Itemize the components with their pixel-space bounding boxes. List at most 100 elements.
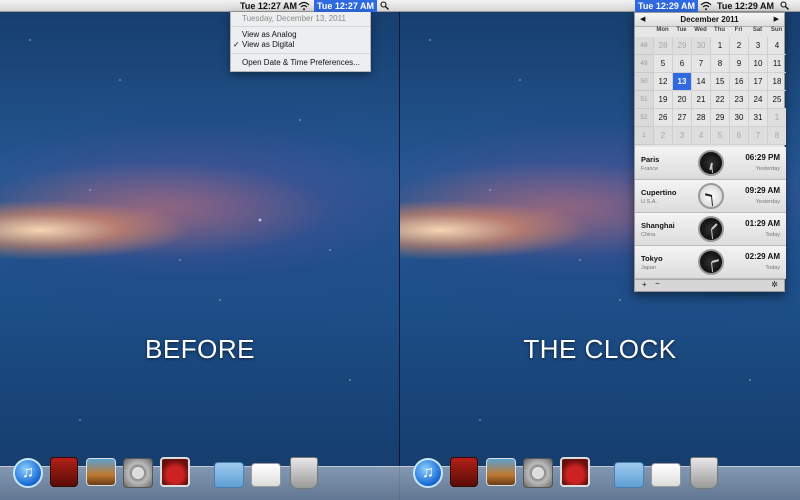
gear-icon[interactable]: ✲ — [771, 280, 778, 289]
calendar-day[interactable]: 26 — [653, 109, 672, 127]
world-clock-row[interactable]: Cupertino U.S.A. 09:29 AM Yesterday — [635, 180, 786, 213]
calendar-day[interactable]: 1 — [710, 37, 729, 55]
calendar-day[interactable]: 1 — [767, 109, 786, 127]
calendar-day[interactable]: 3 — [748, 37, 767, 55]
calendar-day[interactable]: 8 — [710, 55, 729, 73]
world-clock-row[interactable]: Tokyo Japan 02:29 AM Today — [635, 246, 786, 279]
menu-separator — [231, 26, 370, 27]
city-country: Japan — [641, 265, 656, 271]
menu-item-view-digital[interactable]: ✓ View as Digital — [233, 40, 294, 49]
calendar-day[interactable]: 14 — [691, 73, 710, 91]
itunes-icon[interactable]: ♫ — [413, 458, 443, 488]
calendar-day[interactable]: 4 — [767, 37, 786, 55]
calendar-day[interactable]: 12 — [653, 73, 672, 91]
calendar-day[interactable]: 21 — [691, 91, 710, 109]
analog-clock-icon — [698, 249, 724, 275]
iphoto-icon[interactable] — [486, 458, 516, 486]
photo-booth-icon[interactable] — [450, 457, 478, 487]
documents-stack-icon[interactable] — [651, 463, 681, 487]
calendar-day[interactable]: 9 — [729, 55, 748, 73]
world-clock-row[interactable]: Shanghai China 01:29 AM Today — [635, 213, 786, 246]
calendar-day[interactable]: 28 — [653, 37, 672, 55]
analog-clock-icon — [698, 150, 724, 176]
city-time: 09:29 AM — [745, 186, 780, 195]
calendar-day[interactable]: 6 — [729, 127, 748, 145]
menubar-clock-plain[interactable]: Tue 12:29 AM — [714, 0, 777, 12]
calendar-day[interactable]: 5 — [710, 127, 729, 145]
calendar-day[interactable]: 17 — [748, 73, 767, 91]
calendar-day[interactable]: 5 — [653, 55, 672, 73]
menubar-clock-active[interactable]: Tue 12:27 AM — [314, 0, 378, 12]
city-time: 02:29 AM — [745, 252, 780, 261]
menubar-clock-active[interactable]: Tue 12:29 AM — [635, 0, 699, 12]
calendar-day[interactable]: 25 — [767, 91, 786, 109]
spotlight-icon[interactable] — [380, 0, 389, 13]
documents-stack-icon[interactable] — [251, 463, 281, 487]
calendar-day[interactable]: 16 — [729, 73, 748, 91]
time-machine-icon[interactable] — [560, 457, 590, 487]
caption-the-clock: THE CLOCK — [523, 334, 677, 364]
city-time: 06:29 PM — [745, 153, 780, 162]
calendar-day[interactable]: 3 — [672, 127, 691, 145]
calendar-day[interactable]: 31 — [748, 109, 767, 127]
calendar-day-today[interactable]: 13 — [672, 73, 691, 91]
calendar-day[interactable]: 20 — [672, 91, 691, 109]
time-machine-icon[interactable] — [160, 457, 190, 487]
calendar-day[interactable]: 6 — [672, 55, 691, 73]
calendar-day[interactable]: 27 — [672, 109, 691, 127]
city-day: Yesterday — [755, 199, 780, 205]
calendar-week-row: 51 19 20 21 22 23 24 25 — [635, 91, 786, 109]
week-number: 48 — [635, 37, 653, 55]
weekday-label: Tue — [676, 27, 687, 33]
clock-calendar-popup: ◀ December 2011 ▶ Mon Tue Wed Thu Fri Sat Sun … — [634, 12, 786, 292]
system-preferences-icon[interactable] — [123, 458, 153, 488]
photo-booth-icon[interactable] — [50, 457, 78, 487]
menu-separator — [231, 53, 370, 54]
calendar-day[interactable]: 8 — [767, 127, 786, 145]
calendar-day[interactable]: 15 — [710, 73, 729, 91]
calendar-day[interactable]: 11 — [767, 55, 786, 73]
applications-folder-icon[interactable] — [614, 462, 644, 488]
weekday-label: Thu — [714, 27, 725, 33]
applications-folder-icon[interactable] — [214, 462, 244, 488]
minute-hand — [711, 195, 714, 206]
trash-icon[interactable] — [290, 457, 318, 489]
city-day: Today — [765, 232, 780, 238]
calendar-day[interactable]: 30 — [729, 109, 748, 127]
calendar-day[interactable]: 18 — [767, 73, 786, 91]
menubar-clock-plain[interactable]: Tue 12:27 AM — [238, 0, 299, 12]
calendar-day[interactable]: 7 — [748, 127, 767, 145]
the-clock-screenshot: Tue 12:29 AM Tue 12:29 AM ◀ December 201… — [400, 0, 800, 500]
calendar-week-row: 49 5 6 7 8 9 10 11 — [635, 55, 786, 73]
calendar-day[interactable]: 30 — [691, 37, 710, 55]
menu-item-open-preferences[interactable]: Open Date & Time Preferences... — [242, 58, 360, 67]
calendar-day[interactable]: 23 — [729, 91, 748, 109]
calendar-day[interactable]: 28 — [691, 109, 710, 127]
system-preferences-icon[interactable] — [523, 458, 553, 488]
world-clock-row[interactable]: Paris France 06:29 PM Yesterday — [635, 147, 786, 180]
calendar-day[interactable]: 22 — [710, 91, 729, 109]
weekday-label: Mon — [656, 27, 669, 33]
remove-city-button[interactable]: − — [655, 279, 660, 288]
before-screenshot: Tue 12:27 AM Tue 12:27 AM Tuesday, Decem… — [0, 0, 400, 500]
calendar-week-row: 12345678 — [635, 127, 786, 145]
calendar-day[interactable]: 2 — [729, 37, 748, 55]
analog-clock-icon — [698, 183, 724, 209]
calendar-day[interactable]: 7 — [691, 55, 710, 73]
calendar-day[interactable]: 29 — [710, 109, 729, 127]
wifi-icon[interactable] — [700, 1, 712, 11]
itunes-icon[interactable]: ♫ — [13, 458, 43, 488]
calendar-day[interactable]: 2 — [653, 127, 672, 145]
iphoto-icon[interactable] — [86, 458, 116, 486]
calendar-day[interactable]: 10 — [748, 55, 767, 73]
menu-item-view-analog[interactable]: View as Analog — [242, 30, 297, 39]
calendar-day[interactable]: 4 — [691, 127, 710, 145]
add-city-button[interactable]: + — [642, 280, 647, 289]
next-month-icon[interactable]: ▶ — [774, 15, 779, 23]
wifi-icon[interactable] — [298, 1, 310, 11]
calendar-day[interactable]: 29 — [672, 37, 691, 55]
calendar-day[interactable]: 24 — [748, 91, 767, 109]
calendar-day[interactable]: 19 — [653, 91, 672, 109]
trash-icon[interactable] — [690, 457, 718, 489]
weekday-label: Sat — [752, 27, 763, 33]
